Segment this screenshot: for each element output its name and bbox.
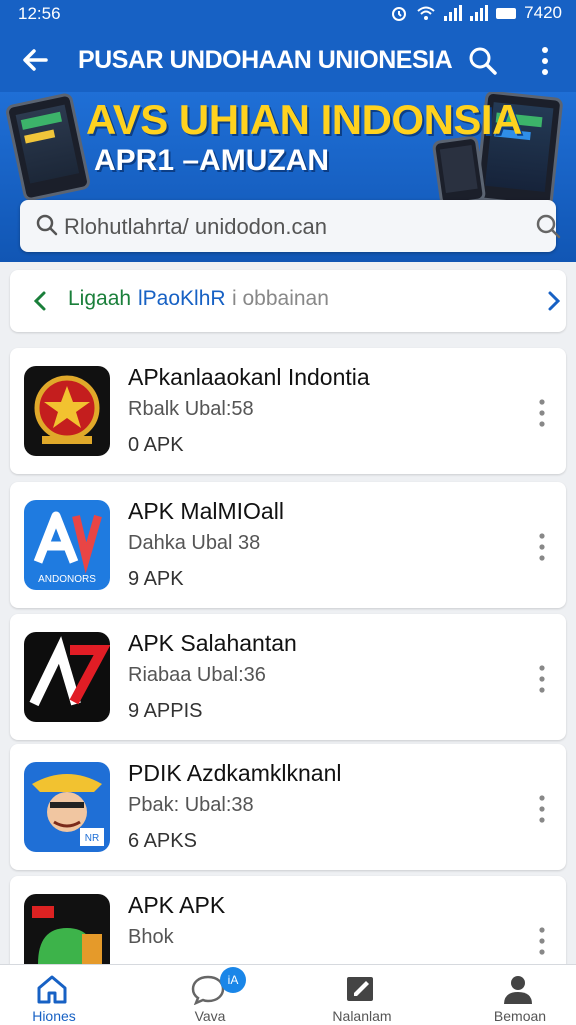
search-icon[interactable] (466, 44, 500, 78)
bottom-navigation: Hiones iA Vava Nalanlam Bemoan (0, 964, 576, 1025)
profile-icon (504, 976, 532, 1004)
app-kind: 0 APK (128, 434, 184, 456)
search-bar[interactable]: Rlohutlahrta/ unidodon.can (20, 200, 561, 252)
banner-headline: AVS UHIAN INDONSIA (86, 96, 522, 143)
nav-home-label: Hiones (32, 1008, 76, 1024)
chevron-left-icon[interactable] (28, 288, 54, 314)
nav-home[interactable]: Hiones (0, 965, 126, 1025)
signal-icon-2 (470, 5, 489, 21)
status-icons: 7420 (390, 3, 562, 23)
app-icon-emblem (24, 366, 110, 456)
app-list-item[interactable]: ANDONORS APK MalMIOall Dahka Ubal 38 9 A… (10, 482, 566, 608)
app-list-item[interactable]: APkanlaaokanl Indontia Rbalk Ubal:58 0 A… (10, 348, 566, 474)
category-breadcrumb[interactable]: Ligaah lPaoKlhR i obbainan (10, 270, 566, 332)
app-update: Rbalk Ubal:58 (128, 398, 254, 420)
app-name: APK MalMIOall (128, 498, 284, 524)
chevron-right-icon[interactable] (540, 288, 566, 314)
more-vert-icon[interactable] (532, 530, 552, 564)
app-update: Dahka Ubal 38 (128, 532, 261, 554)
nav-edit-label: Nalanlam (332, 1008, 392, 1024)
nav-profile-label: Bemoan (493, 1008, 547, 1024)
app-kind: 6 APKS (128, 830, 197, 852)
signal-icon (444, 5, 463, 21)
app-update: Pbak: Ubal:38 (128, 794, 254, 816)
more-vert-icon[interactable] (532, 662, 552, 696)
app-kind: 9 APPIS (128, 700, 203, 722)
app-kind: 9 APK (128, 568, 184, 590)
search-input[interactable]: Rlohutlahrta/ unidodon.can (64, 214, 327, 240)
wifi-icon (417, 6, 435, 20)
app-name: APK APK (128, 892, 226, 918)
battery-icon (496, 7, 517, 19)
status-battery-text: 7420 (524, 3, 562, 22)
nav-profile[interactable]: Bemoan (448, 965, 576, 1025)
app-icon-logo (24, 632, 110, 722)
search-submit-icon[interactable] (534, 212, 562, 240)
status-time: 12:56 (18, 4, 61, 23)
phone-illustration-left (4, 92, 92, 202)
more-vert-icon[interactable] (532, 792, 552, 826)
status-bar: 12:56 7420 (0, 0, 576, 28)
app-icon-caption: ANDONORS (38, 574, 96, 585)
breadcrumb-part-1[interactable]: Ligaah (68, 287, 131, 311)
back-arrow-icon[interactable] (18, 42, 54, 78)
app-name: APK Salahantan (128, 630, 297, 656)
app-list-item[interactable]: NR PDIK Azdkamklknanl Pbak: Ubal:38 6 AP… (10, 744, 566, 870)
breadcrumb-part-2[interactable]: lPaoKlhR (138, 287, 226, 311)
app-name: PDIK Azdkamklknanl (128, 760, 342, 786)
app-icon-character: NR (24, 762, 110, 852)
alarm-icon (392, 7, 407, 21)
app-update: Riabaa Ubal:36 (128, 664, 266, 686)
home-icon (37, 975, 67, 1004)
page-title: PUSAR UNDOHAAN UNIONESIA (78, 46, 453, 74)
phone-illustration-right-back (431, 135, 487, 207)
nav-chat-label: Vava (194, 1008, 226, 1024)
nav-edit[interactable]: Nalanlam (290, 965, 434, 1025)
breadcrumb-part-3: i obbainan (232, 287, 329, 310)
app-update: Bhok (128, 926, 174, 948)
edit-icon (347, 977, 373, 1001)
app-icon-caption: NR (85, 833, 99, 844)
more-vert-icon[interactable] (532, 924, 552, 958)
banner-subline: APR1 –AMUZAN (94, 144, 330, 177)
app-name: APkanlaaokanl Indontia (128, 364, 370, 390)
more-vert-icon[interactable] (532, 396, 552, 430)
nav-chat[interactable]: iA Vava (138, 965, 282, 1025)
notification-badge: iA (220, 967, 246, 993)
search-icon (36, 214, 58, 236)
app-list-item[interactable]: APK Salahantan Riabaa Ubal:36 9 APPIS (10, 614, 566, 740)
app-bar: PUSAR UNDOHAAN UNIONESIA (0, 28, 576, 92)
more-vert-icon[interactable] (530, 44, 560, 78)
app-icon-letters: ANDONORS (24, 500, 110, 590)
